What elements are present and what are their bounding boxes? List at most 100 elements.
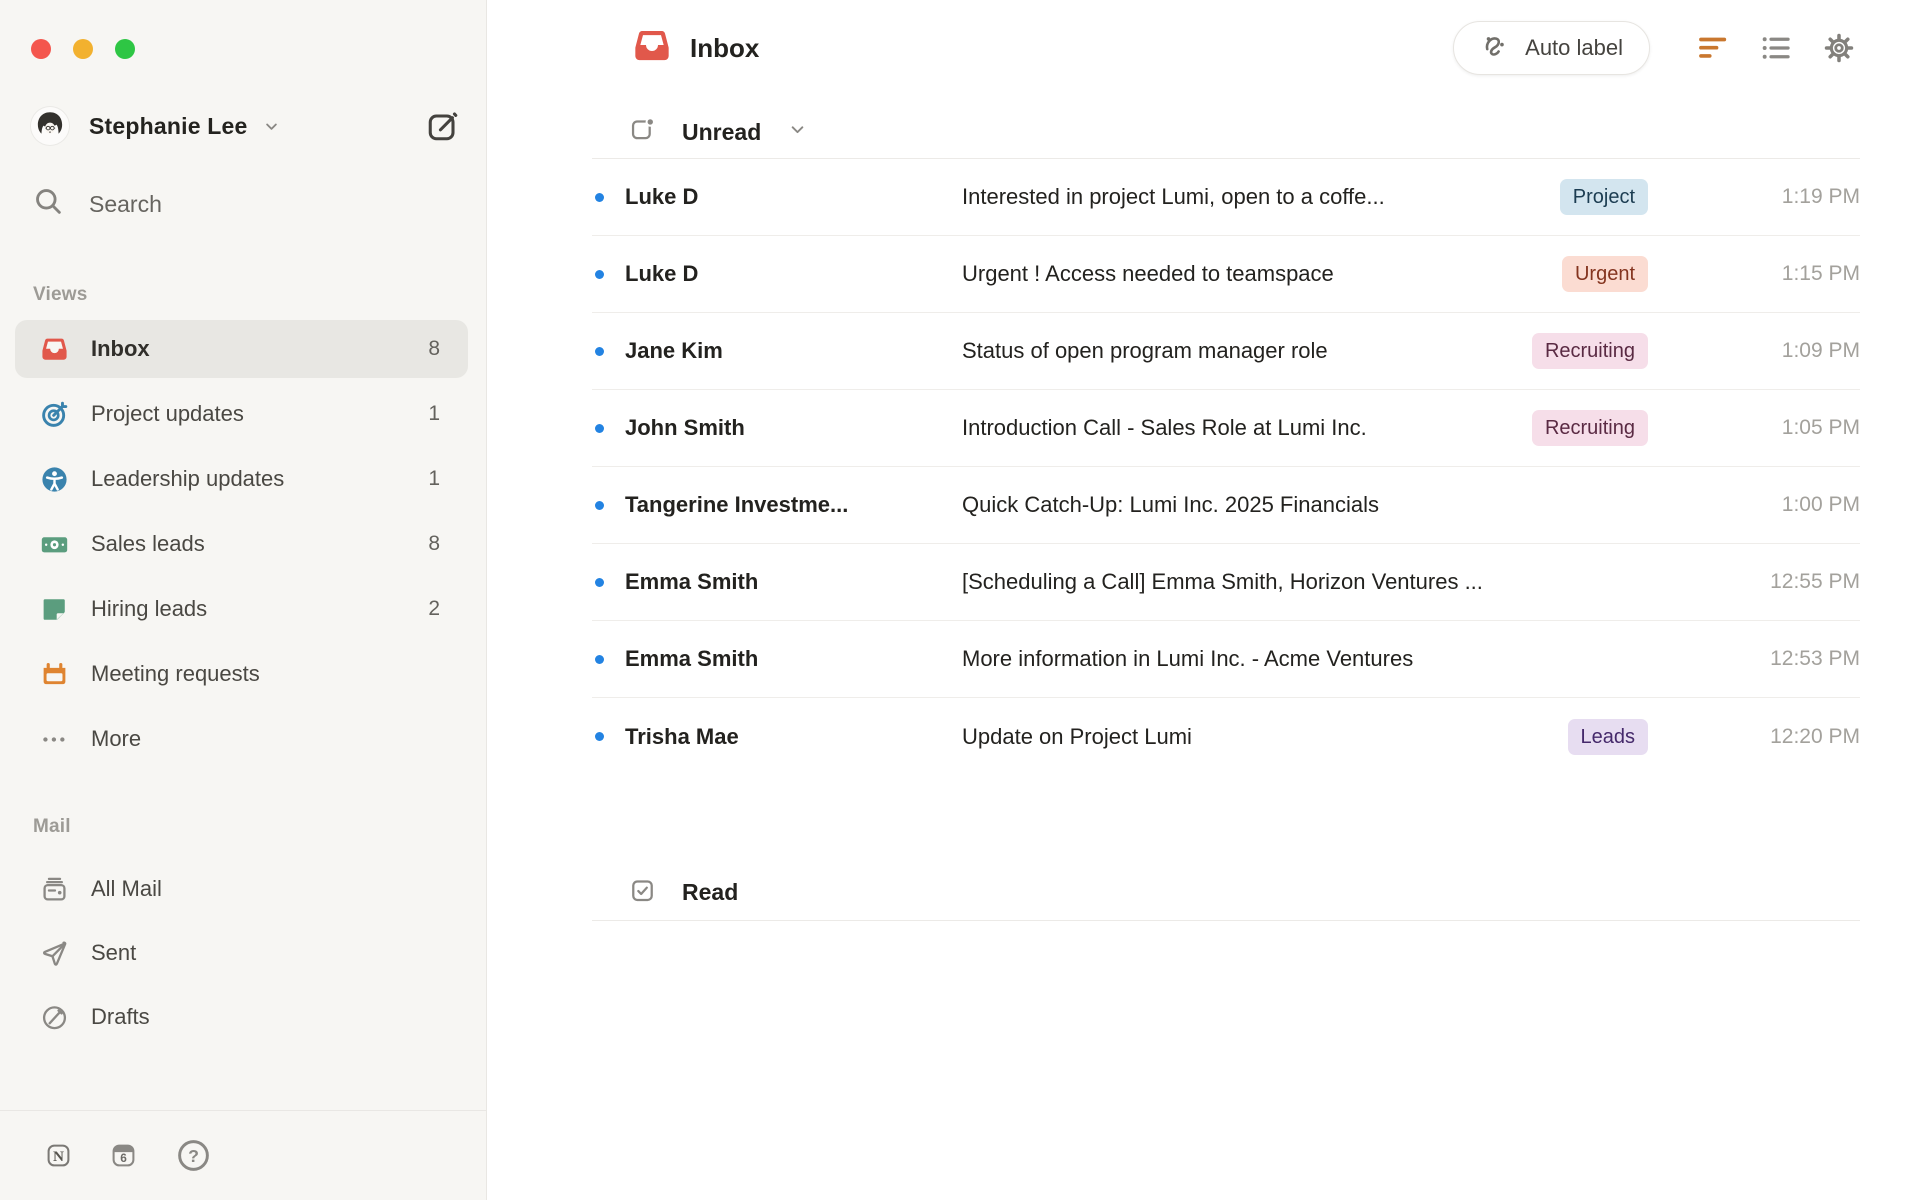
main-content: Inbox Auto label Unread Luke D Intereste… — [487, 0, 1920, 1200]
sidebar-item-label: Drafts — [91, 1004, 150, 1029]
unread-section-header[interactable]: Unread — [629, 106, 1856, 158]
sidebar-item-more[interactable]: More — [15, 710, 468, 768]
sidebar-item-sent[interactable]: Sent — [15, 924, 468, 982]
read-section-header[interactable]: Read — [592, 865, 1860, 921]
account-name[interactable]: Stephanie Lee — [89, 113, 248, 140]
email-row[interactable]: Tangerine Investme... Quick Catch-Up: Lu… — [592, 467, 1860, 544]
sidebar-item-label: Leadership updates — [91, 466, 285, 491]
label-badge[interactable]: Leads — [1567, 718, 1648, 755]
sidebar-item-sales-leads[interactable]: Sales leads 8 — [15, 515, 468, 573]
email-row[interactable]: Emma Smith [Scheduling a Call] Emma Smit… — [592, 544, 1860, 621]
unread-icon — [629, 116, 656, 148]
compose-icon[interactable] — [425, 109, 460, 144]
unread-section-title: Unread — [682, 118, 762, 145]
sidebar-item-meeting-requests[interactable]: Meeting requests — [15, 645, 468, 703]
inbox-icon — [632, 26, 672, 71]
window-controls — [31, 39, 135, 59]
email-subject: More information in Lumi Inc. - Acme Ven… — [962, 646, 1414, 671]
email-subject: Status of open program manager role — [962, 338, 1328, 363]
unread-dot-icon — [595, 732, 604, 741]
email-row[interactable]: John Smith Introduction Call - Sales Rol… — [592, 390, 1860, 467]
list-view-icon[interactable] — [1759, 31, 1793, 65]
email-sender: Trisha Mae — [625, 723, 739, 749]
label-badge[interactable]: Urgent — [1561, 256, 1648, 292]
settings-gear-icon[interactable] — [1822, 31, 1856, 65]
chevron-down-icon[interactable] — [262, 117, 281, 136]
sidebar-item-inbox[interactable]: Inbox 8 — [15, 320, 468, 378]
views-nav: Inbox 8 Project updates 1 Leadership upd… — [15, 320, 468, 775]
email-sender: John Smith — [625, 415, 745, 440]
notion-logo-icon[interactable]: N — [45, 1142, 72, 1169]
email-row[interactable]: Luke D Interested in project Lumi, open … — [592, 159, 1860, 236]
sidebar-item-label: More — [91, 726, 142, 751]
sidebar-item-all-mail[interactable]: All Mail — [15, 860, 468, 918]
email-sender: Emma Smith — [625, 646, 759, 671]
email-time: 12:55 PM — [1770, 570, 1860, 593]
minimize-button[interactable] — [73, 39, 93, 59]
mail-section-label: Mail — [33, 816, 71, 837]
mail-nav: All Mail Sent Drafts — [15, 860, 468, 1052]
svg-text:N: N — [53, 1148, 64, 1165]
sidebar-item-drafts[interactable]: Drafts — [15, 988, 468, 1046]
email-row[interactable]: Jane Kim Status of open program manager … — [592, 313, 1860, 390]
email-time: 1:05 PM — [1781, 416, 1860, 439]
inbox-icon — [39, 335, 69, 364]
svg-text:?: ? — [188, 1146, 199, 1166]
sidebar-item-leadership-updates[interactable]: Leadership updates 1 — [15, 450, 468, 508]
email-time: 12:53 PM — [1770, 647, 1860, 670]
email-subject: Urgent ! Access needed to teamspace — [962, 261, 1334, 286]
sidebar-item-label: Project updates — [91, 401, 244, 426]
close-button[interactable] — [31, 39, 51, 59]
unread-count: 8 — [428, 337, 440, 360]
sidebar-item-project-updates[interactable]: Project updates 1 — [15, 385, 468, 443]
email-row[interactable]: Luke D Urgent ! Access needed to teamspa… — [592, 236, 1860, 313]
views-section-label: Views — [33, 284, 88, 305]
unread-dot-icon — [595, 269, 604, 279]
email-list: Luke D Interested in project Lumi, open … — [592, 158, 1860, 775]
auto-label-button[interactable]: Auto label — [1453, 21, 1650, 75]
filter-icon[interactable] — [1696, 31, 1730, 65]
sidebar-footer: N 6 ? — [0, 1110, 486, 1200]
note-icon — [39, 595, 69, 624]
page-title: Inbox — [690, 32, 760, 63]
email-time: 1:19 PM — [1781, 185, 1860, 208]
label-badge[interactable]: Project — [1559, 179, 1648, 215]
calendar-app-icon[interactable]: 6 — [110, 1142, 137, 1169]
avatar[interactable] — [31, 107, 69, 145]
unread-dot-icon — [595, 423, 604, 433]
email-time: 1:15 PM — [1781, 262, 1860, 285]
sidebar-item-hiring-leads[interactable]: Hiring leads 2 — [15, 580, 468, 638]
send-icon — [39, 939, 69, 968]
email-time: 12:20 PM — [1770, 724, 1860, 748]
sidebar-item-label: Meeting requests — [91, 661, 260, 686]
calendar-icon — [39, 660, 69, 689]
email-sender: Emma Smith — [625, 569, 759, 594]
email-sender: Luke D — [625, 184, 699, 209]
unread-count: 8 — [428, 532, 440, 555]
zoom-button[interactable] — [115, 39, 135, 59]
chevron-down-icon[interactable] — [787, 119, 808, 145]
email-subject: [Scheduling a Call] Emma Smith, Horizon … — [962, 569, 1483, 594]
sidebar-item-label: All Mail — [91, 876, 162, 901]
email-row[interactable]: Trisha Mae Update on Project Lumi Leads … — [592, 698, 1860, 775]
sidebar-item-label: Hiring leads — [91, 596, 208, 621]
email-time: 1:00 PM — [1781, 493, 1860, 516]
svg-text:6: 6 — [120, 1151, 127, 1165]
email-subject: Quick Catch-Up: Lumi Inc. 2025 Financial… — [962, 492, 1379, 517]
email-subject: Introduction Call - Sales Role at Lumi I… — [962, 415, 1367, 440]
unread-count: 1 — [428, 467, 440, 490]
drafts-icon — [39, 1003, 69, 1032]
search-button[interactable]: Search — [33, 186, 162, 223]
unread-dot-icon — [595, 577, 604, 587]
label-badge[interactable]: Recruiting — [1531, 410, 1648, 446]
sidebar-item-label: Inbox — [91, 336, 150, 361]
app-window: Stephanie Lee Search Views Inbox 8 Proje… — [0, 0, 1920, 1200]
unread-dot-icon — [595, 192, 604, 202]
label-badge[interactable]: Recruiting — [1531, 333, 1648, 369]
email-time: 1:09 PM — [1781, 339, 1860, 362]
email-subject: Interested in project Lumi, open to a co… — [962, 184, 1385, 209]
sidebar: Stephanie Lee Search Views Inbox 8 Proje… — [0, 0, 487, 1200]
email-row[interactable]: Emma Smith More information in Lumi Inc.… — [592, 621, 1860, 698]
help-icon[interactable]: ? — [175, 1137, 212, 1174]
auto-label-icon — [1480, 30, 1511, 67]
